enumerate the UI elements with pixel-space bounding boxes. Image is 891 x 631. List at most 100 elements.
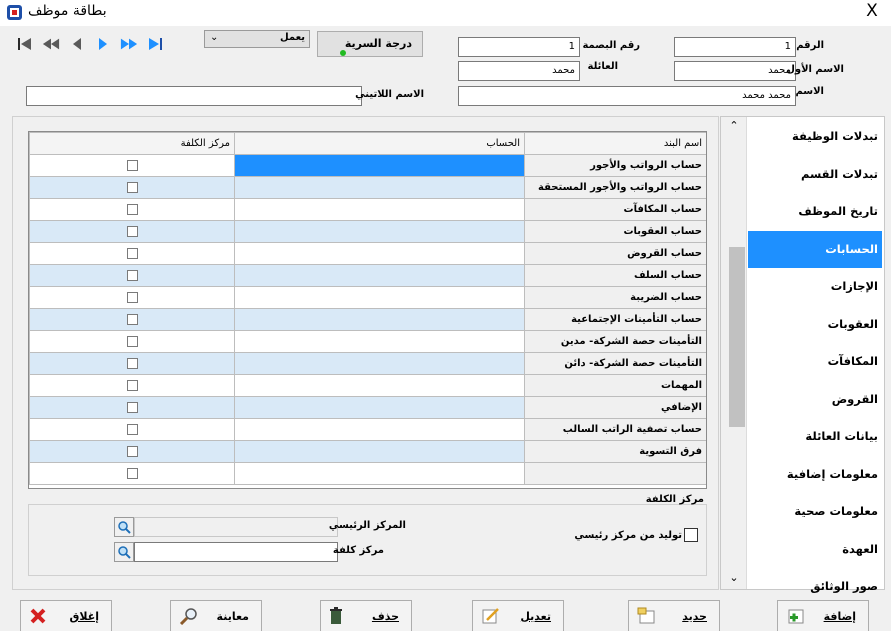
scroll-down-icon[interactable]: ⌄	[721, 571, 747, 584]
cost-center-checkbox[interactable]	[126, 467, 138, 479]
sidebar-item[interactable]: تاريخ الموظف	[748, 193, 882, 230]
last-record-icon[interactable]	[146, 35, 164, 53]
table-row[interactable]: حساب السلف	[29, 264, 706, 287]
sidebar-item[interactable]: بيانات العائلة	[748, 418, 882, 455]
table-row[interactable]: حساب العقوبات	[29, 220, 706, 243]
latin-name-field[interactable]	[26, 86, 362, 106]
cost-center-cell[interactable]	[29, 374, 235, 397]
generate-from-main-checkbox[interactable]	[684, 528, 698, 542]
table-row[interactable]	[29, 462, 706, 485]
table-row[interactable]: حساب التأمينات الإجتماعية	[29, 308, 706, 331]
number-field[interactable]: 1	[674, 37, 796, 57]
cost-center-cell[interactable]	[29, 154, 235, 177]
table-row[interactable]: حساب القروض	[29, 242, 706, 265]
account-cell[interactable]	[234, 176, 525, 199]
previous-record-icon[interactable]	[68, 35, 86, 53]
previous-page-icon[interactable]	[42, 35, 60, 53]
cost-center-cell[interactable]	[29, 418, 235, 441]
table-row[interactable]: حساب الضريبة	[29, 286, 706, 309]
cost-center-checkbox[interactable]	[126, 225, 138, 237]
cost-center-search-button[interactable]	[114, 542, 134, 562]
sidebar-item[interactable]: الإجازات	[748, 268, 882, 305]
status-select[interactable]: ⌄ يعمل	[204, 30, 310, 48]
cost-center-cell[interactable]	[29, 242, 235, 265]
cost-center-checkbox[interactable]	[126, 247, 138, 259]
main-center-field[interactable]	[134, 517, 338, 537]
column-header-account[interactable]: الحساب	[234, 132, 525, 155]
account-cell[interactable]	[234, 264, 525, 287]
sidebar-item[interactable]: القروض	[748, 381, 882, 418]
next-page-icon[interactable]	[120, 35, 138, 53]
table-row[interactable]: فرق التسوية	[29, 440, 706, 463]
cost-center-cell[interactable]	[29, 330, 235, 353]
account-cell[interactable]	[234, 308, 525, 331]
scroll-up-icon[interactable]: ⌃	[721, 119, 747, 132]
cost-center-checkbox[interactable]	[126, 159, 138, 171]
fingerprint-field[interactable]: 1	[458, 37, 580, 57]
sidebar-item[interactable]: العهدة	[748, 531, 882, 568]
account-cell[interactable]	[234, 462, 525, 485]
sidebar-item[interactable]: معلومات صحية	[748, 493, 882, 530]
cost-center-checkbox[interactable]	[126, 357, 138, 369]
table-row[interactable]: حساب الرواتب والأجور المستحقة	[29, 176, 706, 199]
confidentiality-button[interactable]: درجة السرية	[317, 31, 423, 57]
scroll-thumb[interactable]	[729, 247, 745, 427]
table-row[interactable]: حساب تصفية الراتب السالب	[29, 418, 706, 441]
account-cell[interactable]	[234, 396, 525, 419]
cost-center-cell[interactable]	[29, 198, 235, 221]
next-record-icon[interactable]	[94, 35, 112, 53]
account-cell[interactable]	[234, 198, 525, 221]
sidebar-scrollbar[interactable]: ⌃ ⌄	[721, 117, 747, 589]
add-button[interactable]: إضافة	[777, 600, 869, 631]
sidebar-item[interactable]: الحسابات	[748, 230, 882, 268]
cost-center-cell[interactable]	[29, 396, 235, 419]
sidebar-item[interactable]: تبدلات الوظيفة	[748, 118, 882, 155]
first-record-icon[interactable]	[16, 35, 34, 53]
table-row[interactable]: حساب المكافآت	[29, 198, 706, 221]
column-header-cost-center[interactable]: مركز الكلفة	[29, 132, 235, 155]
delete-button[interactable]: حذف	[320, 600, 412, 631]
account-cell[interactable]	[234, 242, 525, 265]
cost-center-cell[interactable]	[29, 286, 235, 309]
table-row[interactable]: التأمينات حصة الشركة- دائن	[29, 352, 706, 375]
cost-center-checkbox[interactable]	[126, 203, 138, 215]
sidebar-item[interactable]: العقوبات	[748, 306, 882, 343]
account-cell[interactable]	[234, 440, 525, 463]
cost-center-checkbox[interactable]	[126, 313, 138, 325]
cost-center-cell[interactable]	[29, 264, 235, 287]
name-field[interactable]: محمد محمد	[458, 86, 796, 106]
sidebar-item[interactable]: معلومات إضافية	[748, 456, 882, 493]
cost-center-cell[interactable]	[29, 440, 235, 463]
sidebar-item[interactable]: المكافآت	[748, 343, 882, 380]
cost-center-checkbox[interactable]	[126, 335, 138, 347]
cost-center-checkbox[interactable]	[126, 423, 138, 435]
edit-button[interactable]: تعديل	[472, 600, 564, 631]
table-row[interactable]: المهمات	[29, 374, 706, 397]
close-button[interactable]: إغلاق	[20, 600, 112, 631]
account-cell[interactable]	[234, 286, 525, 309]
cost-center-checkbox[interactable]	[126, 401, 138, 413]
column-header-item-name[interactable]: اسم البند	[524, 132, 706, 155]
cost-center-cell[interactable]	[29, 462, 235, 485]
cost-center-checkbox[interactable]	[126, 379, 138, 391]
main-center-search-button[interactable]	[114, 517, 134, 537]
family-field[interactable]: محمد	[458, 61, 580, 81]
close-window-icon[interactable]: X	[862, 1, 882, 21]
account-cell[interactable]	[234, 418, 525, 441]
table-row[interactable]: الإضافي	[29, 396, 706, 419]
table-row[interactable]: التأمينات حصة الشركة- مدين	[29, 330, 706, 353]
cost-center-cell[interactable]	[29, 220, 235, 243]
account-cell[interactable]	[234, 154, 525, 177]
preview-button[interactable]: معاينة	[170, 600, 262, 631]
cost-center-checkbox[interactable]	[126, 181, 138, 193]
table-row[interactable]: حساب الرواتب والأجور	[29, 154, 706, 177]
cost-center-checkbox[interactable]	[126, 445, 138, 457]
sidebar-item[interactable]: تبدلات القسم	[748, 156, 882, 193]
account-cell[interactable]	[234, 220, 525, 243]
new-button[interactable]: جديد	[628, 600, 720, 631]
account-cell[interactable]	[234, 330, 525, 353]
cost-center-checkbox[interactable]	[126, 269, 138, 281]
cost-center-cell[interactable]	[29, 352, 235, 375]
account-cell[interactable]	[234, 374, 525, 397]
first-name-field[interactable]: محمد	[674, 61, 796, 81]
